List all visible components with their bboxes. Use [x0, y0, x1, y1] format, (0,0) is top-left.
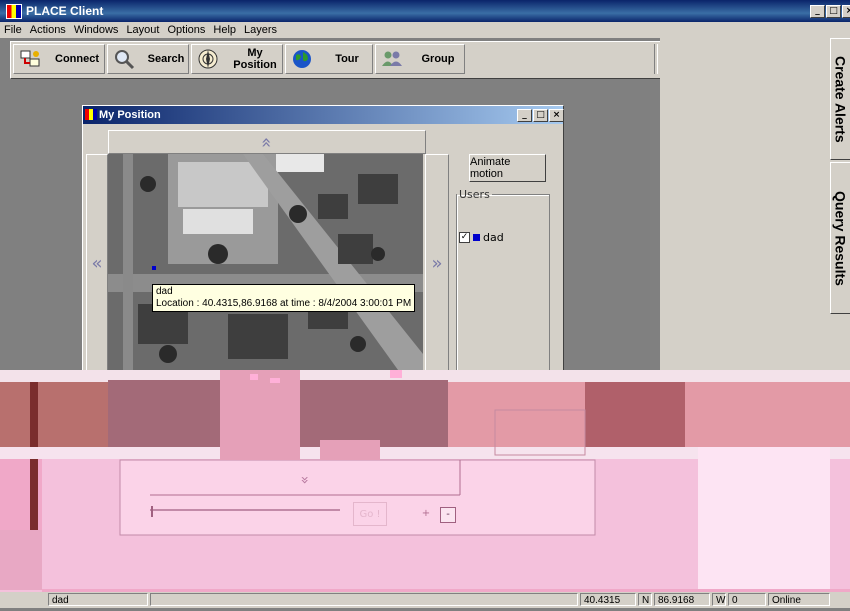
- right-panel: [660, 38, 830, 370]
- tour-button[interactable]: Tour: [285, 44, 373, 74]
- app-title-bar: PLACE Client _ □ ×: [0, 0, 850, 22]
- menu-layout[interactable]: Layout: [122, 22, 163, 38]
- globe-icon: [290, 47, 314, 71]
- tab-create-alerts[interactable]: Create Alerts: [830, 38, 850, 160]
- connect-icon: [18, 47, 42, 71]
- animate-motion-button[interactable]: Animate motion: [469, 154, 546, 182]
- slider-thumb[interactable]: [151, 506, 153, 517]
- tooltip-user: dad: [156, 286, 173, 297]
- compass-icon: [196, 47, 220, 71]
- app-title: PLACE Client: [26, 4, 104, 18]
- search-button[interactable]: Search: [107, 44, 189, 74]
- window-controls: _ □ ×: [810, 5, 850, 18]
- menu-bar: File Actions Windows Layout Options Help Layer…: [0, 22, 850, 38]
- my-position-button[interactable]: My Position: [191, 44, 283, 74]
- zoom-out-button[interactable]: -: [440, 507, 456, 523]
- zoom-in-button[interactable]: +: [420, 508, 432, 522]
- chevron-right-icon: »: [431, 252, 443, 274]
- maximize-button[interactable]: □: [826, 5, 841, 18]
- my-position-title: My Position: [99, 109, 161, 121]
- status-lat-dir: N: [638, 593, 652, 606]
- minimize-button[interactable]: _: [810, 5, 825, 18]
- corrupted-render-region: » Go ! + -: [0, 370, 850, 608]
- menu-options[interactable]: Options: [163, 22, 209, 38]
- status-spacer: [150, 593, 578, 606]
- main-toolbar: Connect Search My Position Tour Group: [10, 41, 662, 79]
- close-button[interactable]: ×: [842, 5, 850, 18]
- group-button[interactable]: Group: [375, 44, 465, 74]
- aerial-map[interactable]: [108, 154, 423, 370]
- pan-right-button[interactable]: »: [425, 154, 449, 372]
- menu-actions[interactable]: Actions: [26, 22, 70, 38]
- pan-down-button[interactable]: »: [296, 472, 312, 488]
- group-icon: [380, 47, 404, 71]
- menu-file[interactable]: File: [0, 22, 26, 38]
- child-minimize-button[interactable]: _: [517, 109, 532, 122]
- chevron-up-icon: «: [256, 136, 278, 148]
- child-close-button[interactable]: ×: [549, 109, 564, 122]
- user-checkbox[interactable]: ✓: [459, 232, 470, 243]
- status-extra: 0: [728, 593, 766, 606]
- my-position-title-bar: My Position _ □ ×: [83, 106, 564, 124]
- pan-up-button[interactable]: «: [108, 130, 426, 154]
- position-tooltip: dad Location : 40.4315,86.9168 at time :…: [152, 284, 416, 312]
- aerial-map-image: [108, 154, 423, 370]
- user-name: dad: [483, 231, 504, 244]
- status-longitude: 86.9168: [654, 593, 710, 606]
- user-color-swatch: [473, 234, 480, 241]
- slider-track: [150, 509, 340, 511]
- status-lon-dir: W: [712, 593, 726, 606]
- menu-windows[interactable]: Windows: [70, 22, 123, 38]
- menu-help[interactable]: Help: [209, 22, 240, 38]
- user-row[interactable]: ✓ dad: [459, 231, 504, 244]
- child-maximize-button[interactable]: □: [533, 109, 548, 122]
- users-legend: Users: [459, 188, 490, 201]
- menu-layers[interactable]: Layers: [240, 22, 281, 38]
- time-slider[interactable]: [150, 506, 340, 526]
- app-icon: [6, 4, 22, 19]
- status-user: dad: [48, 593, 148, 606]
- users-group: Users ✓ dad: [456, 188, 550, 372]
- status-bar: dad 40.4315 N 86.9168 W 0 Online: [0, 592, 850, 608]
- pan-left-button[interactable]: «: [86, 154, 108, 372]
- window-icon: [85, 109, 97, 120]
- child-window-controls: _ □ ×: [517, 109, 564, 122]
- search-icon: [112, 47, 136, 71]
- tab-query-results[interactable]: Query Results: [830, 162, 850, 314]
- status-connection: Online: [768, 593, 830, 606]
- chevron-down-icon: »: [296, 475, 313, 485]
- connect-button[interactable]: Connect: [13, 44, 105, 74]
- chevron-left-icon: «: [91, 252, 103, 274]
- go-button[interactable]: Go !: [353, 502, 387, 526]
- status-latitude: 40.4315: [580, 593, 636, 606]
- tooltip-location: Location : 40.4315,86.9168 at time : 8/4…: [156, 298, 412, 309]
- toolbar-separator: [654, 44, 658, 74]
